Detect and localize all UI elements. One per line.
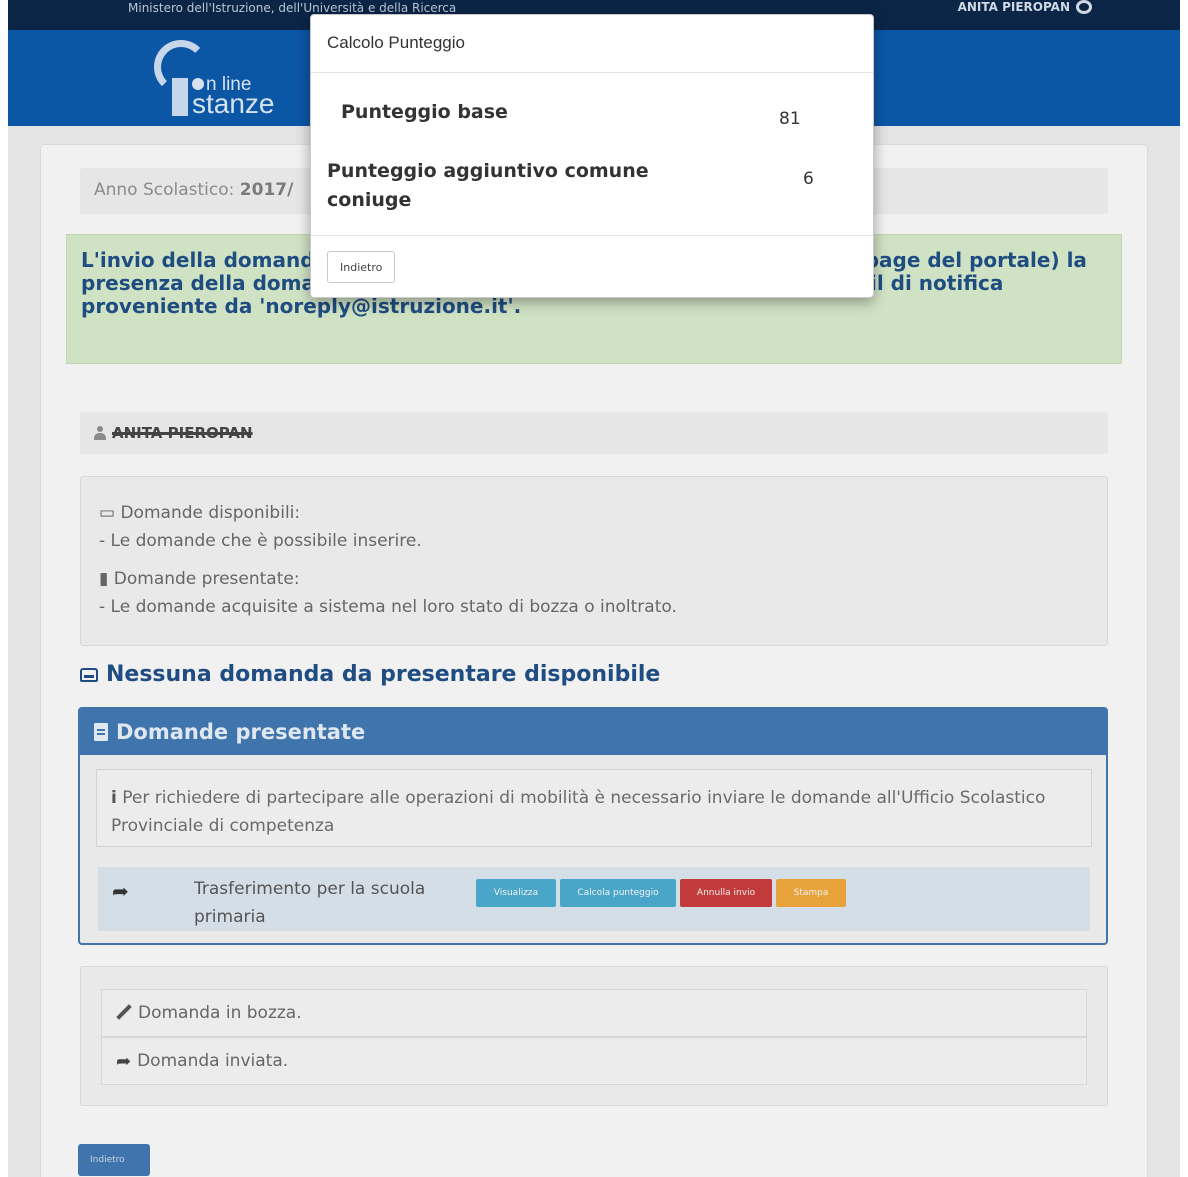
view-button[interactable]: Visualizza [476,879,556,907]
file-icon: ▮ [99,569,109,589]
no-available-heading: Nessuna domanda da presentare disponibil… [80,662,660,687]
base-score-label: Punteggio base [341,101,508,123]
cancel-send-button[interactable]: Annulla invio [680,879,772,907]
calc-score-button[interactable]: Calcola punteggio [560,879,676,907]
status-sent-text: Domanda inviata. [137,1051,289,1071]
extra-score-label: Punteggio aggiuntivo comune coniuge [327,160,649,211]
no-available-title: Nessuna domanda da presentare disponibil… [106,662,661,687]
top-user-name: ANITA PIEROPAN [957,0,1070,14]
modal-title: Calcolo Punteggio [311,15,873,73]
pencil-icon [116,1005,132,1021]
legend-available-title: Domande disponibili: [120,503,301,523]
user-row: ANITA PIEROPAN [80,412,1108,454]
extra-score-value: 6 [803,169,814,189]
modal-body: Punteggio base 81 Punteggio aggiuntivo c… [311,73,873,235]
presented-panel: Domande presentate i Per richiedere di p… [78,707,1108,945]
row-actions: Visualizza Calcola punteggio Annulla inv… [476,879,846,907]
request-label: Trasferimento per la scuola primaria [194,879,426,927]
info-text: Per richiedere di partecipare alle opera… [111,788,1046,836]
panel-title: Domande presentate [116,720,366,744]
ministry-text: Ministero dell'Istruzione, dell'Universi… [128,1,457,15]
logo-istanze-text: stanze [192,88,275,119]
top-user-menu[interactable]: ANITA PIEROPAN [958,0,1092,14]
legend-box: ▭ Domande disponibili: - Le domande che … [80,476,1108,646]
back-button[interactable]: Indietro [78,1144,150,1176]
school-year-label: Anno Scolastico: [94,180,235,200]
user-row-name: ANITA PIEROPAN [112,424,253,442]
inbox-icon [80,667,98,682]
share-arrow-icon: ➦ [116,1050,132,1072]
status-draft-row: Domanda in bozza. [101,989,1087,1037]
inbox-icon: ▭ [99,503,116,523]
print-button[interactable]: Stampa [776,879,846,907]
table-row: ➦ Trasferimento per la scuola primaria V… [98,867,1090,931]
user-circle-icon [1076,0,1092,14]
modal-back-button[interactable]: Indietro [327,251,396,283]
status-sent-row: ➦ Domanda inviata. [101,1037,1087,1085]
legend-presented-title: Domande presentate: [113,569,300,589]
status-draft-text: Domanda in bozza. [138,1003,302,1023]
logo-bar-icon [172,78,188,116]
school-year-value: 2017/ [239,180,294,200]
score-modal: Calcolo Punteggio Punteggio base 81 Punt… [310,14,874,298]
status-legend: Domanda in bozza. ➦ Domanda inviata. [80,966,1108,1106]
panel-header: Domande presentate [80,709,1106,755]
modal-footer: Indietro [311,235,873,297]
share-arrow-icon: ➦ [112,879,129,903]
istanze-online-logo[interactable]: n line stanze [148,40,318,120]
legend-presented-desc: - Le domande acquisite a sistema nel lor… [99,597,677,617]
info-box: i Per richiedere di partecipare alle ope… [96,769,1092,847]
legend-presented: ▮ Domande presentate: [99,565,1089,593]
legend-available-desc: - Le domande che è possibile inserire. [99,531,422,551]
user-icon [94,426,106,440]
file-text-icon [94,723,108,741]
legend-available: ▭ Domande disponibili: [99,499,1089,527]
info-icon: i [111,788,117,808]
base-score-value: 81 [779,109,801,129]
